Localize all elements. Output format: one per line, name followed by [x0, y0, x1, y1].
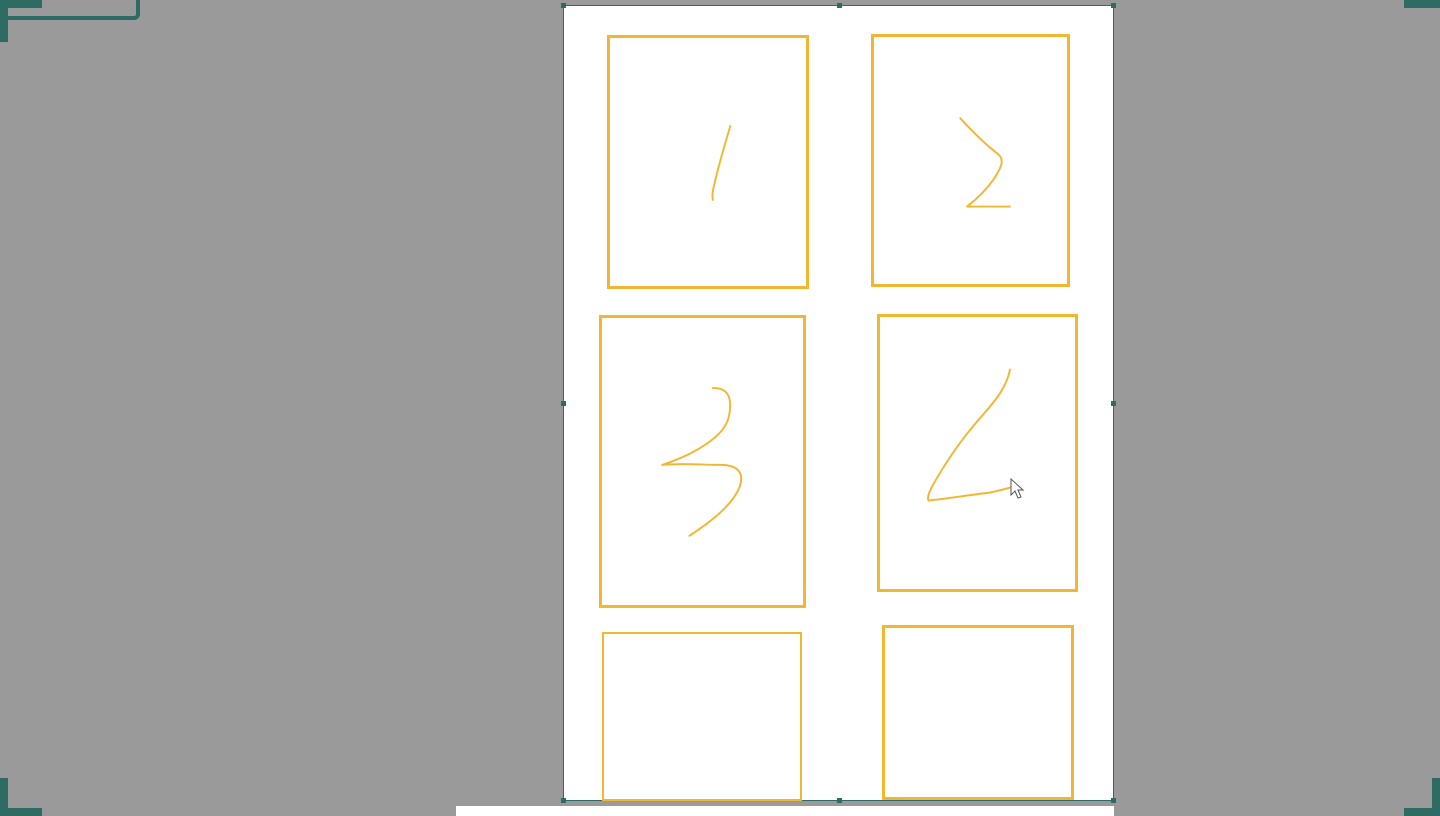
bottom-strip: [456, 806, 1114, 816]
handwritten-4-drawing: [927, 368, 1013, 502]
frame-corner-bottom-right: [1404, 778, 1440, 816]
drawing-page[interactable]: [561, 3, 1116, 803]
resize-handle-bottom-center[interactable]: [837, 798, 842, 803]
resize-handle-middle-left[interactable]: [561, 401, 566, 406]
panel-2[interactable]: [871, 34, 1070, 287]
frame-corner-top-left: [0, 0, 42, 42]
panel-5[interactable]: [602, 632, 802, 801]
panel-3[interactable]: [599, 315, 806, 608]
handwritten-2-drawing: [959, 117, 1011, 208]
panel-4[interactable]: [877, 314, 1078, 592]
resize-handle-middle-right[interactable]: [1111, 401, 1116, 406]
handwritten-1-drawing: [711, 125, 732, 201]
panel-1[interactable]: [607, 35, 809, 289]
resize-handle-top-left[interactable]: [561, 3, 566, 8]
pointer-arrow-icon: [1010, 478, 1025, 499]
resize-handle-top-center[interactable]: [837, 3, 842, 8]
frame-corner-top-right: [1404, 0, 1440, 8]
resize-handle-top-right[interactable]: [1111, 3, 1116, 8]
frame-corner-bottom-left: [0, 778, 42, 816]
panel-6[interactable]: [882, 625, 1074, 800]
handwritten-3-drawing: [661, 387, 743, 537]
resize-handle-bottom-left[interactable]: [561, 798, 566, 803]
resize-handle-bottom-right[interactable]: [1111, 798, 1116, 803]
